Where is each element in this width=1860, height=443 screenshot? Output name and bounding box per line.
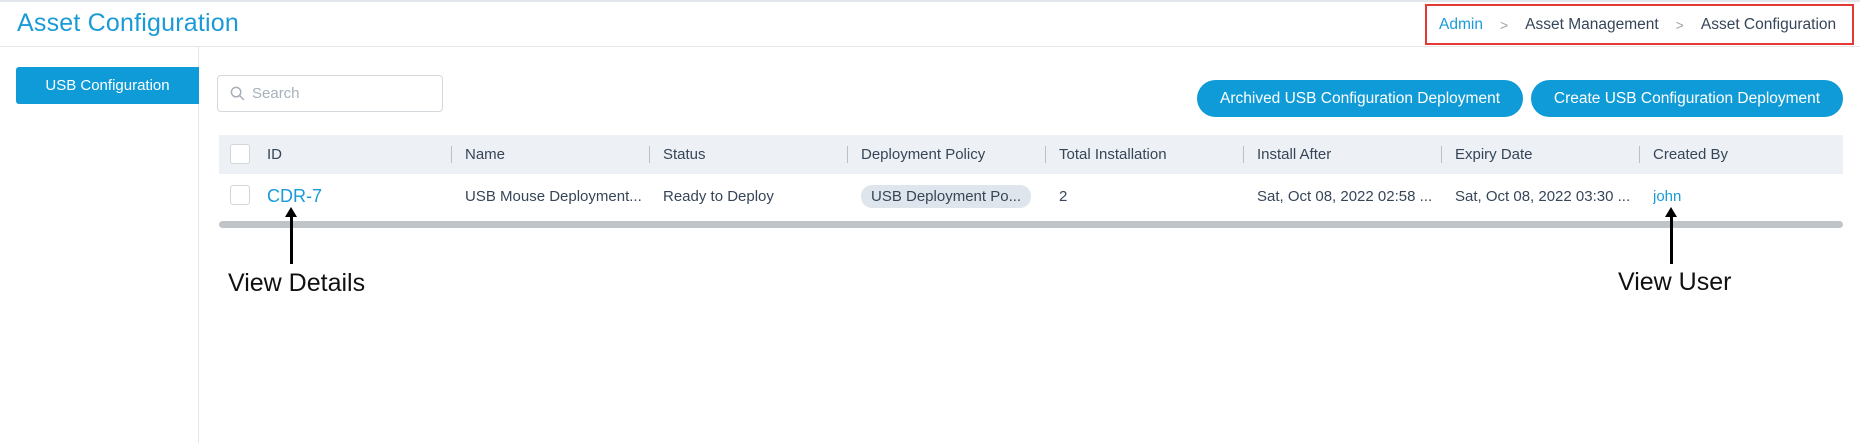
column-divider bbox=[1639, 146, 1640, 163]
row-created-by-link[interactable]: john bbox=[1653, 188, 1681, 205]
archived-usb-configuration-deployment-button[interactable]: Archived USB Configuration Deployment bbox=[1197, 80, 1523, 117]
column-header-id[interactable]: ID bbox=[267, 135, 282, 174]
row-status: Ready to Deploy bbox=[663, 187, 774, 205]
sidebar-divider bbox=[198, 46, 199, 443]
page-title: Asset Configuration bbox=[17, 9, 239, 37]
sidebar-item-label: USB Configuration bbox=[45, 77, 170, 94]
header-divider bbox=[0, 46, 1860, 47]
column-divider bbox=[847, 146, 848, 163]
chevron-right-icon: > bbox=[1675, 16, 1684, 33]
select-all-checkbox[interactable] bbox=[230, 144, 250, 164]
table-header: ID Name Status Deployment Policy Total I… bbox=[219, 135, 1843, 174]
breadcrumb-admin[interactable]: Admin bbox=[1439, 16, 1483, 34]
arrow-shaft bbox=[290, 215, 293, 264]
breadcrumb: Admin > Asset Management > Asset Configu… bbox=[1425, 4, 1854, 45]
column-divider bbox=[451, 146, 452, 163]
column-divider bbox=[1045, 146, 1046, 163]
breadcrumb-asset-management[interactable]: Asset Management bbox=[1525, 16, 1659, 34]
row-id-link[interactable]: CDR-7 bbox=[267, 186, 322, 207]
column-header-deployment-policy[interactable]: Deployment Policy bbox=[861, 135, 985, 174]
column-header-expiry-date[interactable]: Expiry Date bbox=[1455, 135, 1533, 174]
column-header-status[interactable]: Status bbox=[663, 135, 706, 174]
row-checkbox[interactable] bbox=[230, 185, 250, 205]
horizontal-scrollbar[interactable] bbox=[219, 221, 1843, 228]
chevron-right-icon: > bbox=[1499, 16, 1509, 33]
column-divider bbox=[649, 146, 650, 163]
arrow-shaft bbox=[1670, 215, 1673, 264]
row-name: USB Mouse Deployment... bbox=[465, 187, 642, 205]
top-border bbox=[0, 0, 1860, 2]
row-expiry-date: Sat, Oct 08, 2022 03:30 ... bbox=[1455, 187, 1631, 205]
annotation-view-user: View User bbox=[1618, 268, 1732, 296]
sidebar-item-usb-configuration[interactable]: USB Configuration bbox=[16, 67, 199, 104]
row-total-installation: 2 bbox=[1059, 187, 1068, 205]
search-icon bbox=[230, 86, 246, 102]
annotation-view-details: View Details bbox=[228, 269, 366, 297]
search-input[interactable] bbox=[252, 85, 432, 102]
column-divider bbox=[1441, 146, 1442, 163]
column-divider bbox=[1243, 146, 1244, 163]
create-usb-configuration-deployment-button[interactable]: Create USB Configuration Deployment bbox=[1531, 80, 1843, 117]
column-header-total-installation[interactable]: Total Installation bbox=[1059, 135, 1167, 174]
column-header-name[interactable]: Name bbox=[465, 135, 505, 174]
search-box[interactable] bbox=[217, 75, 443, 112]
deployment-policy-badge[interactable]: USB Deployment Po... bbox=[861, 184, 1032, 208]
column-header-created-by[interactable]: Created By bbox=[1653, 135, 1728, 174]
column-header-install-after[interactable]: Install After bbox=[1257, 135, 1331, 174]
table-row: CDR-7 USB Mouse Deployment... Ready to D… bbox=[219, 175, 1843, 217]
row-install-after: Sat, Oct 08, 2022 02:58 ... bbox=[1257, 187, 1433, 205]
breadcrumb-asset-configuration: Asset Configuration bbox=[1700, 15, 1837, 33]
